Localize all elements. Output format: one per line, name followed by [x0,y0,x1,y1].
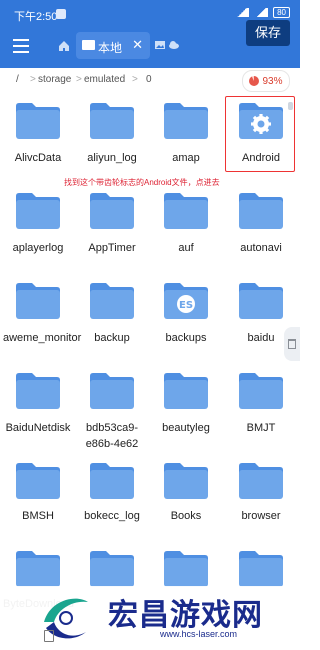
storage-percent: 93% [262,75,283,87]
breadcrumb-storage[interactable]: storage [38,74,71,85]
folder-icon[interactable] [88,372,136,410]
folder-icon[interactable] [162,192,210,230]
wifi-icon [254,8,269,17]
folder-label[interactable]: AlivcData [3,150,73,166]
folder-label[interactable]: amap [151,150,221,166]
storage-usage-badge[interactable]: 93% [242,70,290,92]
folder-label[interactable]: BMJT [226,420,296,436]
breadcrumb-separator: > [30,74,36,85]
save-button[interactable]: 保存 [246,20,290,46]
notification-icon [56,9,66,19]
watermark-url: www.hcs-laser.com [160,629,238,639]
pie-chart-icon [249,76,260,86]
folder-icon[interactable] [162,550,210,588]
watermark-title: 宏昌游戏网 [108,599,263,632]
close-icon[interactable]: ✕ [132,37,143,53]
clipboard-icon[interactable] [44,630,54,642]
folder-label[interactable]: aliyun_log [77,150,147,166]
folder-label[interactable]: aweme_monitor [3,330,81,346]
folder-icon[interactable] [14,192,62,230]
signal-icon [235,8,250,17]
folder-icon[interactable] [88,282,136,320]
folder-icon[interactable] [237,550,285,588]
cloud-icon[interactable] [168,39,180,51]
folder-label[interactable]: browser [226,508,296,524]
folder-label[interactable]: BMSH [3,508,73,524]
folder-label[interactable]: beautyleg [151,420,221,436]
tab-local[interactable]: 本地 ✕ [76,32,150,59]
folder-label[interactable]: bokecc_log [77,508,147,524]
folder-icon[interactable] [162,372,210,410]
folder-icon[interactable] [14,282,62,320]
folder-icon [82,40,95,50]
status-time: 下午2:50 [14,11,58,23]
folder-icon[interactable] [237,282,285,320]
folder-label[interactable]: aplayerlog [3,240,73,256]
home-icon[interactable] [58,40,70,52]
annotation-text: 找到这个带齿轮标志的Android文件，点进去 [64,178,220,187]
folder-icon[interactable] [14,550,62,588]
folder-label[interactable]: Books [151,508,221,524]
folder-icon[interactable] [88,462,136,500]
folder-icon[interactable] [162,462,210,500]
folder-label[interactable]: bdb53ca9-e86b-4e62 [77,420,147,452]
menu-icon[interactable] [13,39,29,53]
folder-label[interactable]: AppTimer [77,240,147,256]
folder-icon[interactable] [14,102,62,140]
image-icon[interactable] [154,39,166,51]
folder-label[interactable]: BaiduNetdisk [3,420,73,436]
highlight-box [225,96,295,172]
folder-icon[interactable] [14,462,62,500]
folder-label[interactable]: backups [151,330,221,346]
es-folder-icon[interactable]: ES [162,282,210,320]
breadcrumb-0[interactable]: 0 [146,74,152,85]
folder-icon[interactable] [237,462,285,500]
folder-label[interactable]: backup [77,330,147,346]
breadcrumb-emulated[interactable]: emulated [84,74,125,85]
status-right: 80 [235,7,290,18]
folder-label[interactable]: auf [151,240,221,256]
side-drawer-handle[interactable] [284,327,300,361]
breadcrumb-separator: > [76,74,82,85]
folder-icon[interactable] [88,102,136,140]
folder-label[interactable]: autonavi [226,240,296,256]
battery-icon: 80 [273,7,290,18]
svg-text:ES: ES [179,300,193,311]
breadcrumb-separator: > [132,74,138,85]
folder-icon[interactable] [14,372,62,410]
folder-icon[interactable] [237,372,285,410]
tab-local-label: 本地 [98,41,123,55]
folder-icon[interactable] [88,192,136,230]
folder-icon[interactable] [162,102,210,140]
folder-icon[interactable] [88,550,136,588]
folder-icon[interactable] [237,192,285,230]
trash-icon [288,339,296,349]
breadcrumb-root[interactable]: / [16,74,19,85]
